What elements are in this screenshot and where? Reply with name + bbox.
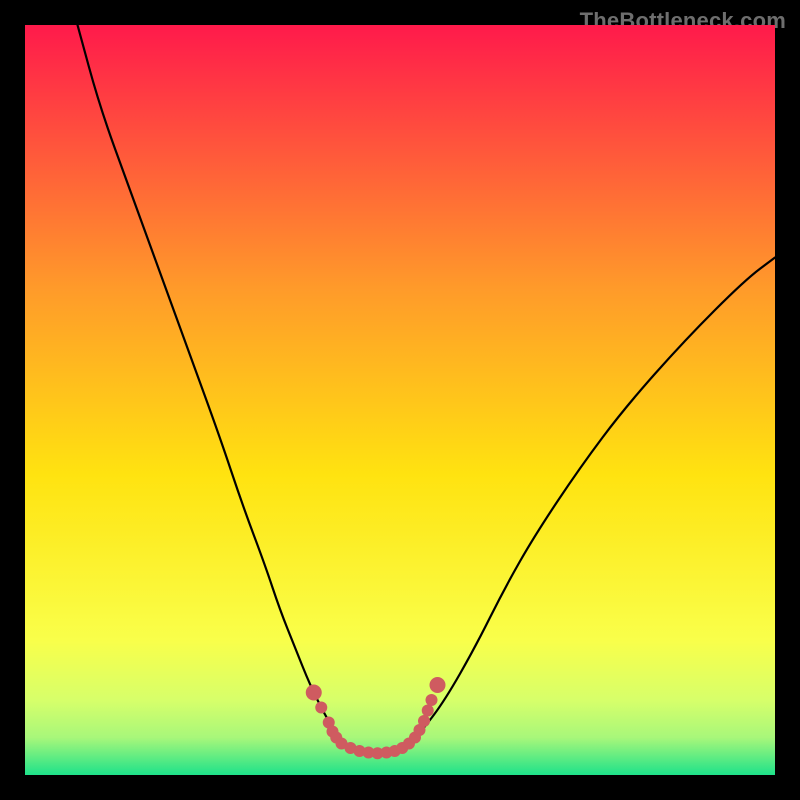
marker-dot bbox=[422, 705, 434, 717]
bottleneck-chart-svg bbox=[25, 25, 775, 775]
marker-dot bbox=[315, 702, 327, 714]
marker-dot bbox=[418, 715, 430, 727]
marker-dot bbox=[430, 677, 446, 693]
marker-dot bbox=[306, 685, 322, 701]
plot-area bbox=[25, 25, 775, 775]
marker-dot bbox=[426, 694, 438, 706]
gradient-background bbox=[25, 25, 775, 775]
chart-frame: TheBottleneck.com bbox=[0, 0, 800, 800]
